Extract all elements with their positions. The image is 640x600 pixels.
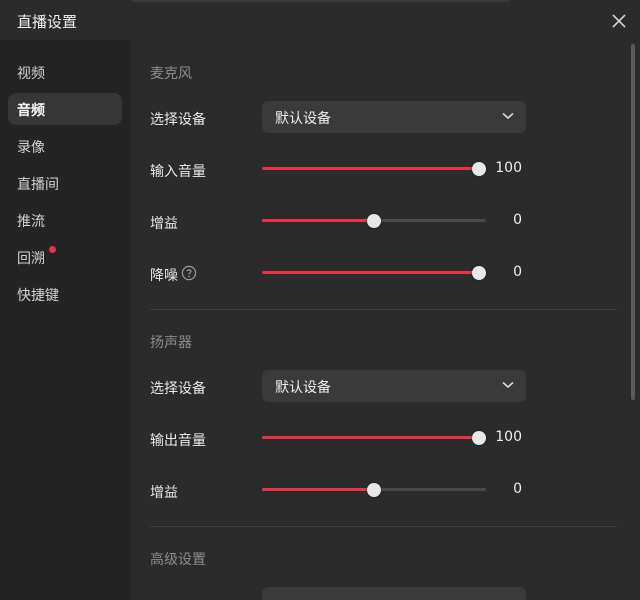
- input-volume-slider[interactable]: [262, 161, 486, 177]
- speaker-gain-slider[interactable]: [262, 482, 486, 498]
- slider-fill: [262, 219, 374, 222]
- input-volume-value: 100: [495, 160, 522, 176]
- slider-thumb[interactable]: [472, 431, 486, 445]
- slider-thumb[interactable]: [367, 483, 381, 497]
- audio-settings-panel: 麦克风 选择设备 默认设备 输入音量 100 增益 0 降噪 0 扬声器 选择设…: [130, 40, 626, 600]
- title-bar-accent: [132, 0, 509, 2]
- title-bar: 直播设置: [0, 0, 640, 41]
- scrollbar-thumb[interactable]: [631, 44, 635, 400]
- sidebar-item-shortcuts[interactable]: 快捷键: [8, 278, 122, 310]
- chevron-down-icon: [502, 112, 514, 120]
- mic-device-select[interactable]: 默认设备: [262, 101, 526, 133]
- speaker-gain-label: 增益: [150, 485, 178, 501]
- notification-dot: [49, 246, 56, 253]
- question-circle-icon[interactable]: [181, 265, 197, 281]
- speaker-device-value: 默认设备: [275, 380, 331, 396]
- sidebar-item-live-room[interactable]: 直播间: [8, 167, 122, 199]
- noise-reduction-label: 降噪: [150, 268, 178, 284]
- sidebar-item-recording[interactable]: 录像: [8, 130, 122, 162]
- microphone-section-title: 麦克风: [150, 66, 192, 82]
- slider-fill: [262, 436, 486, 439]
- advanced-section-title: 高级设置: [150, 552, 206, 568]
- close-button[interactable]: [606, 8, 632, 34]
- close-icon: [612, 14, 626, 28]
- sidebar-item-label: 推流: [17, 214, 45, 230]
- sidebar-item-label: 快捷键: [17, 288, 59, 304]
- input-volume-label: 输入音量: [150, 164, 206, 180]
- dialog-title: 直播设置: [17, 13, 78, 31]
- noise-reduction-value: 0: [513, 264, 522, 280]
- slider-thumb[interactable]: [367, 214, 381, 228]
- speaker-device-label: 选择设备: [150, 381, 206, 397]
- mic-device-value: 默认设备: [275, 111, 331, 127]
- slider-fill: [262, 271, 486, 274]
- mic-gain-slider[interactable]: [262, 213, 486, 229]
- sidebar-item-label: 直播间: [17, 177, 59, 193]
- mic-gain-value: 0: [513, 212, 522, 228]
- chevron-down-icon: [502, 381, 514, 389]
- sidebar-item-label: 视频: [17, 66, 45, 82]
- content-scrollbar[interactable]: [626, 40, 640, 600]
- speaker-gain-value: 0: [513, 481, 522, 497]
- mic-device-label: 选择设备: [150, 112, 206, 128]
- settings-sidebar: 视频 音频 录像 直播间 推流 回溯 快捷键: [0, 40, 130, 600]
- slider-fill: [262, 488, 374, 491]
- sidebar-item-label: 回溯: [17, 251, 45, 267]
- mic-gain-label: 增益: [150, 216, 178, 232]
- sidebar-item-audio[interactable]: 音频: [8, 93, 122, 125]
- section-divider: [150, 309, 617, 310]
- slider-fill: [262, 167, 486, 170]
- noise-reduction-slider[interactable]: [262, 265, 486, 281]
- sidebar-item-stream-push[interactable]: 推流: [8, 204, 122, 236]
- sidebar-item-replay[interactable]: 回溯: [8, 241, 122, 273]
- speaker-section-title: 扬声器: [150, 335, 192, 351]
- output-volume-value: 100: [495, 429, 522, 445]
- output-volume-label: 输出音量: [150, 433, 206, 449]
- section-divider: [150, 526, 617, 527]
- sidebar-item-video[interactable]: 视频: [8, 56, 122, 88]
- advanced-setting-select[interactable]: [262, 587, 526, 600]
- sidebar-item-label: 录像: [17, 140, 45, 156]
- slider-thumb[interactable]: [472, 266, 486, 280]
- sidebar-item-label: 音频: [17, 103, 45, 119]
- slider-thumb[interactable]: [472, 162, 486, 176]
- live-settings-dialog: 直播设置 视频 音频 录像 直播间 推流 回溯 快捷键 麦克风 选择设备 默认设…: [0, 0, 640, 600]
- speaker-device-select[interactable]: 默认设备: [262, 370, 526, 402]
- output-volume-slider[interactable]: [262, 430, 486, 446]
